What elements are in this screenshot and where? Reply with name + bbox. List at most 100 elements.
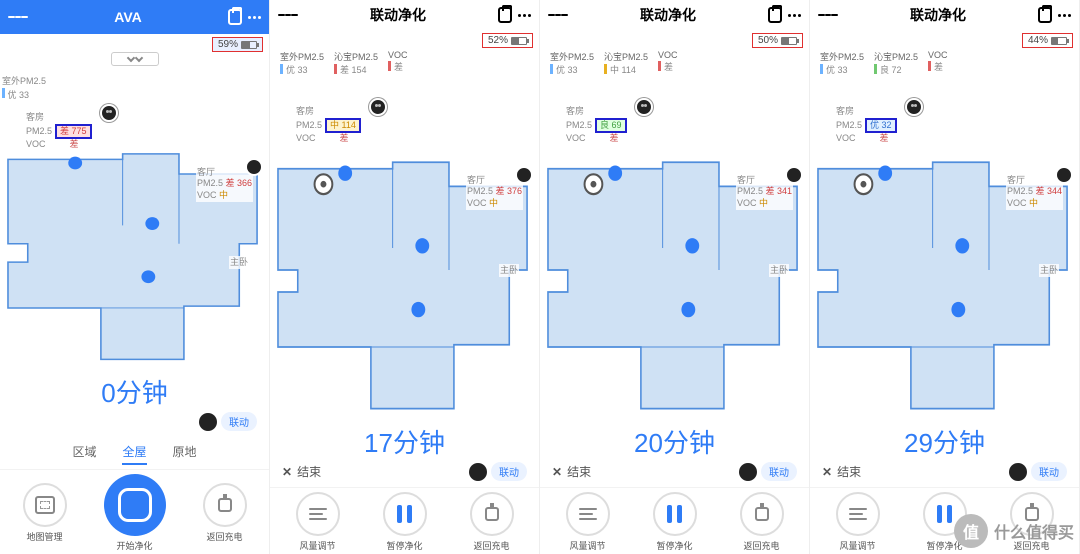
status-strip: 59% bbox=[0, 34, 269, 52]
battery-pct: 52% bbox=[488, 35, 508, 46]
tab-原地[interactable]: 原地 bbox=[173, 443, 197, 465]
menu-icon[interactable] bbox=[818, 12, 838, 18]
bottom-actions: 风量调节 暂停净化 返回充电 bbox=[810, 487, 1079, 554]
more-icon[interactable] bbox=[248, 16, 261, 19]
summary-stats: 室外PM2.5优 33 沁宝PM2.5良 72 VOC差 bbox=[810, 48, 1079, 78]
title-bar: 联动净化 bbox=[540, 0, 809, 30]
battery-pct: 59% bbox=[218, 39, 238, 50]
stat-item: 室外PM2.5优 33 bbox=[550, 50, 594, 76]
page-title: 联动净化 bbox=[568, 5, 768, 25]
button-label: 开始净化 bbox=[116, 539, 152, 552]
tab-全屋[interactable]: 全屋 bbox=[122, 443, 146, 465]
pull-handle[interactable] bbox=[0, 52, 269, 70]
airflow-button[interactable]: 风量调节 bbox=[296, 492, 340, 552]
bottom-actions: 风量调节 暂停净化 返回充电 bbox=[540, 487, 809, 554]
battery-pct: 50% bbox=[758, 35, 778, 46]
floorplan-area[interactable]: 室外PM2.5 优 33 客房 PM2.5差 775 VOC差 客厅 PM2.5… bbox=[0, 70, 269, 369]
floorplan-area[interactable]: 客房 PM2.5中 114 VOC差 客厅 PM2.5 差 376 VOC 中 … bbox=[270, 78, 539, 419]
wind-icon bbox=[566, 492, 610, 536]
log-icon[interactable] bbox=[498, 7, 512, 23]
floorplan-area[interactable]: 客房 PM2.5优 32 VOC差 客厅 PM2.5 差 344 VOC 中 主… bbox=[810, 78, 1079, 419]
more-icon[interactable] bbox=[518, 14, 531, 17]
pm25-value-boxed: 优 32 bbox=[865, 118, 897, 133]
pause-icon bbox=[383, 492, 427, 536]
floorplan-area[interactable]: 客房 PM2.5良 69 VOC差 客厅 PM2.5 差 341 VOC 中 主… bbox=[540, 78, 809, 419]
sensor-icon bbox=[199, 413, 217, 431]
pm25-value-boxed: 差 775 bbox=[55, 124, 92, 139]
button-label: 返回充电 bbox=[743, 539, 779, 552]
pause-purify-button[interactable]: 暂停净化 bbox=[383, 492, 427, 552]
bottom-actions: 风量调节 暂停净化 返回充电 bbox=[270, 487, 539, 554]
sensor-icon bbox=[635, 98, 653, 116]
return-charge-button[interactable]: 返回充电 bbox=[203, 483, 247, 543]
title-bar: AVA bbox=[0, 0, 269, 34]
pause-purify-button[interactable]: 暂停净化 bbox=[653, 492, 697, 552]
more-icon[interactable] bbox=[1058, 14, 1071, 17]
start-purify-button[interactable]: 开始净化 bbox=[104, 474, 166, 552]
sensor-icon bbox=[469, 463, 487, 481]
sensor-icon bbox=[1055, 166, 1073, 184]
pm25-value-boxed: 中 114 bbox=[325, 118, 361, 133]
sensor-icon bbox=[515, 166, 533, 184]
tab-区域[interactable]: 区域 bbox=[72, 443, 96, 465]
map-manage-button[interactable]: 地图管理 bbox=[23, 483, 67, 543]
battery-icon bbox=[781, 37, 797, 45]
room-guest-stats: 客房 PM2.5中 114 VOC差 bbox=[296, 106, 361, 144]
more-icon[interactable] bbox=[788, 14, 801, 17]
button-label: 风量调节 bbox=[569, 539, 605, 552]
battery-indicator: 50% bbox=[752, 33, 803, 48]
room-living-stats: 客厅 PM2.5 差 376 VOC 中 bbox=[466, 174, 523, 210]
return-charge-button[interactable]: 返回充电 bbox=[740, 492, 784, 552]
return-charge-button[interactable]: 返回充电 bbox=[1010, 492, 1054, 552]
end-button[interactable]: ✕结束 bbox=[282, 463, 321, 480]
status-strip: 52% bbox=[270, 30, 539, 48]
sensor-icon bbox=[100, 104, 118, 122]
button-label: 风量调节 bbox=[299, 539, 335, 552]
menu-icon[interactable] bbox=[8, 14, 28, 20]
room-living-stats: 客厅 PM2.5 差 341 VOC 中 bbox=[736, 174, 793, 210]
link-pill[interactable]: 联动 bbox=[199, 412, 257, 431]
close-icon: ✕ bbox=[282, 465, 292, 479]
button-label: 暂停净化 bbox=[386, 539, 422, 552]
link-pill[interactable]: 联动 bbox=[739, 462, 797, 481]
link-row: ✕结束 联动 bbox=[540, 462, 809, 487]
start-icon bbox=[104, 474, 166, 536]
log-icon[interactable] bbox=[768, 7, 782, 23]
airflow-button[interactable]: 风量调节 bbox=[836, 492, 880, 552]
map-icon bbox=[23, 483, 67, 527]
log-icon[interactable] bbox=[228, 9, 242, 25]
sensor-icon bbox=[369, 98, 387, 116]
page-title: 联动净化 bbox=[298, 5, 498, 25]
menu-icon[interactable] bbox=[548, 12, 568, 18]
button-label: 风量调节 bbox=[839, 539, 875, 552]
room-master-label: 主卧 bbox=[499, 264, 519, 277]
airflow-button[interactable]: 风量调节 bbox=[566, 492, 610, 552]
battery-icon bbox=[1051, 37, 1067, 45]
return-charge-button[interactable]: 返回充电 bbox=[470, 492, 514, 552]
sensor-icon bbox=[245, 158, 263, 176]
elapsed-timer: 29分钟 bbox=[810, 419, 1079, 462]
wind-icon bbox=[836, 492, 880, 536]
link-pill[interactable]: 联动 bbox=[469, 462, 527, 481]
pm25-value-boxed: 良 69 bbox=[595, 118, 627, 133]
button-label: 返回充电 bbox=[473, 539, 509, 552]
plug-icon bbox=[1010, 492, 1054, 536]
pause-purify-button[interactable]: 暂停净化 bbox=[923, 492, 967, 552]
close-icon: ✕ bbox=[552, 465, 562, 479]
elapsed-timer: 20分钟 bbox=[540, 419, 809, 462]
link-row: ✕结束 联动 bbox=[810, 462, 1079, 487]
status-strip: 44% bbox=[810, 30, 1079, 48]
button-label: 暂停净化 bbox=[656, 539, 692, 552]
close-icon: ✕ bbox=[822, 465, 832, 479]
log-icon[interactable] bbox=[1038, 7, 1052, 23]
sensor-icon bbox=[739, 463, 757, 481]
link-pill[interactable]: 联动 bbox=[1009, 462, 1067, 481]
button-label: 返回充电 bbox=[1013, 539, 1049, 552]
stat-item: VOC差 bbox=[928, 50, 948, 76]
end-button[interactable]: ✕结束 bbox=[552, 463, 591, 480]
page-title: 联动净化 bbox=[838, 5, 1038, 25]
menu-icon[interactable] bbox=[278, 12, 298, 18]
stat-item: 沁宝PM2.5良 72 bbox=[874, 50, 918, 76]
battery-pct: 44% bbox=[1028, 35, 1048, 46]
end-button[interactable]: ✕结束 bbox=[822, 463, 861, 480]
